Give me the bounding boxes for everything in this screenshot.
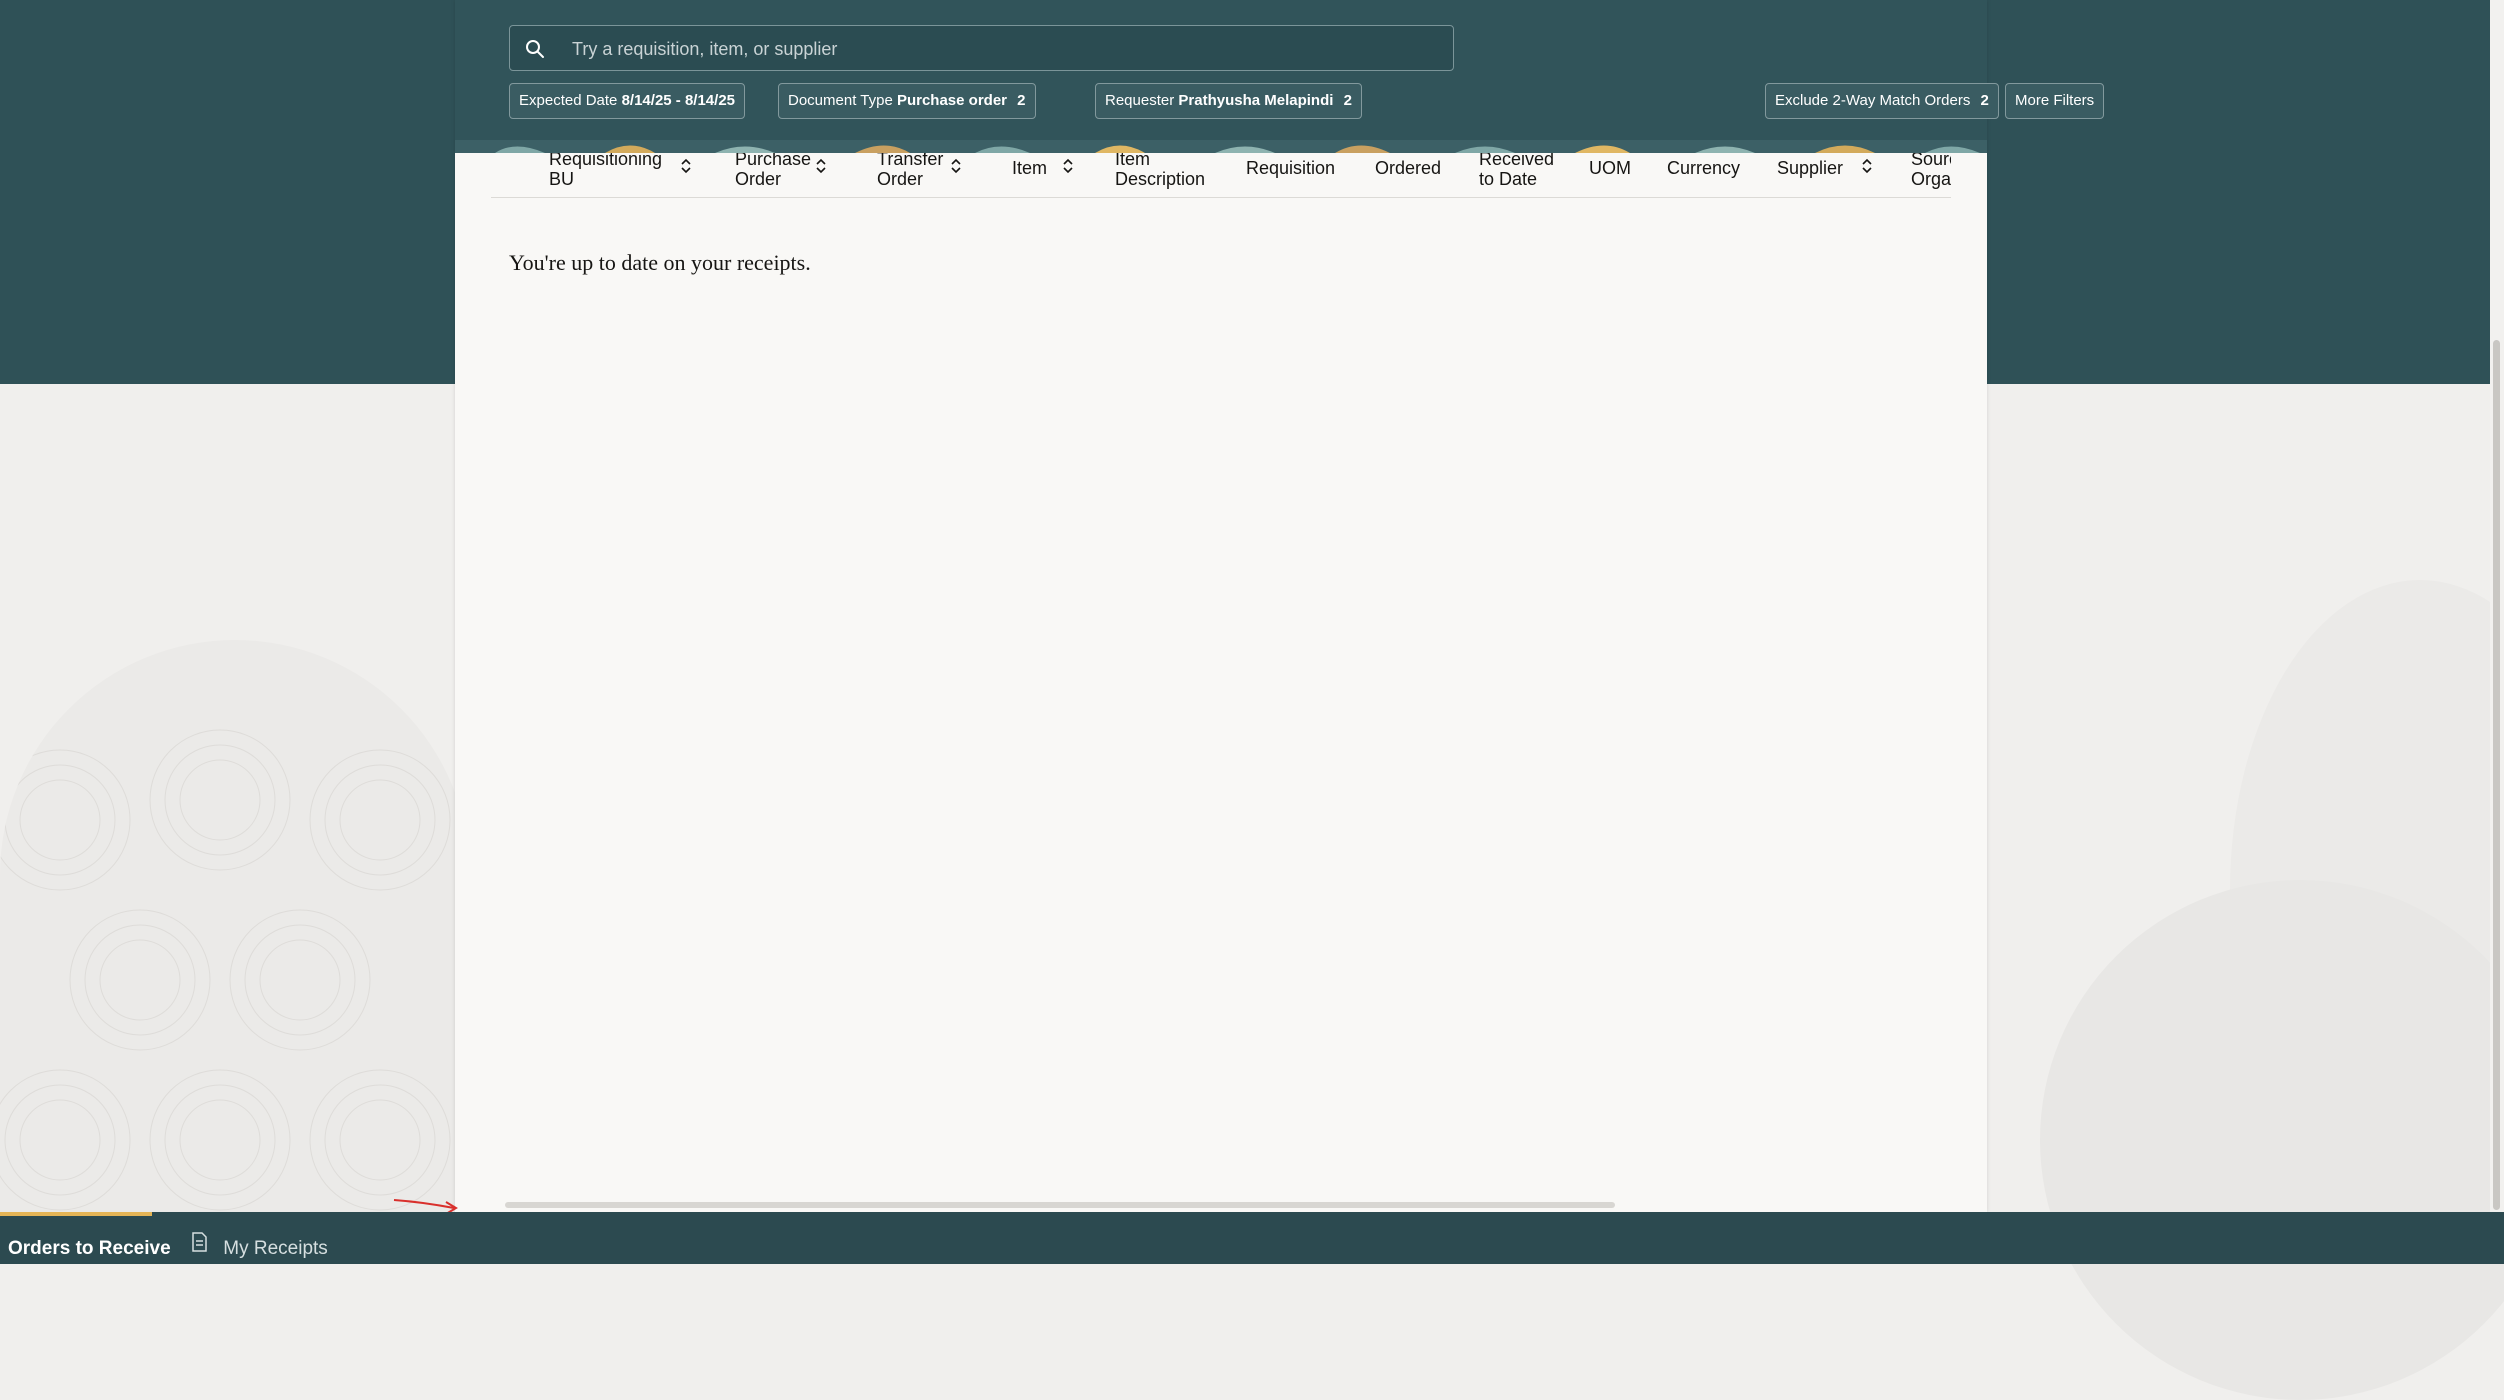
column-label: UOM (1589, 158, 1631, 178)
sort-icon[interactable] (950, 157, 962, 175)
column-header-ordered: Ordered (1375, 158, 1441, 178)
scrollbar-thumb[interactable] (505, 1202, 1615, 1208)
main-panel: Expected Date 8/14/25 - 8/14/25 Document… (455, 0, 2105, 1212)
empty-state-message: You're up to date on your receipts. (509, 250, 811, 275)
column-header-supplier[interactable]: Supplier (1777, 158, 1843, 178)
filter-label: Requester (1105, 92, 1175, 109)
more-filters-button[interactable]: More Filters (2005, 83, 2105, 119)
column-label: Item (1115, 153, 1151, 169)
receipts-table-header: Requisitioning BU Purchase Order Transfe… (491, 153, 1951, 198)
filter-label: Exclude 2-Way Match Orders (1775, 92, 1971, 109)
column-label: Source (1911, 153, 1951, 169)
column-header-transfer-order[interactable]: Transfer Order (877, 153, 943, 189)
column-header-item[interactable]: Item (1012, 158, 1047, 178)
filter-value: Prathyusha Melapindi (1178, 92, 1334, 109)
column-label: Organization (1911, 169, 1951, 189)
tab-label: My Receipts (223, 1238, 328, 1260)
filter-label: More Filters (2015, 92, 2095, 109)
search-input[interactable] (570, 26, 1434, 72)
background-decoration (0, 640, 470, 1220)
column-label: to Date (1479, 169, 1538, 189)
column-label: Requisitioning (549, 153, 663, 169)
scrollbar-thumb[interactable] (2493, 340, 2500, 1210)
column-header-source-organization: Source Organization (1911, 153, 1951, 189)
sort-icon[interactable] (680, 157, 692, 175)
column-label: Transfer (877, 153, 944, 169)
horizontal-scrollbar[interactable] (495, 1200, 1947, 1210)
tab-label: Orders to Receive (8, 1238, 171, 1259)
column-label: Currency (1667, 158, 1741, 178)
column-header-received-to-date: Received to Date (1479, 153, 1554, 189)
search-bar[interactable] (509, 25, 1454, 72)
sort-icon[interactable] (1062, 157, 1074, 175)
column-header-currency: Currency (1667, 158, 1740, 178)
sort-icon[interactable] (815, 157, 827, 175)
decorative-banner (455, 140, 1987, 153)
column-label: Item (1012, 158, 1048, 178)
document-icon (190, 1210, 208, 1284)
column-label: Description (1115, 169, 1206, 189)
panel-header: Expected Date 8/14/25 - 8/14/25 Document… (455, 0, 2105, 140)
column-header-uom: UOM (1589, 158, 1631, 178)
filter-count: 2 (1980, 92, 1989, 109)
column-header-item-description: Item Description (1115, 153, 1205, 189)
column-header-purchase-order[interactable]: Purchase Order (735, 153, 811, 189)
column-label: Requisition (1246, 158, 1336, 178)
column-label: Ordered (1375, 158, 1442, 178)
filter-chip-expected-date[interactable]: Expected Date 8/14/25 - 8/14/25 (509, 83, 746, 119)
filter-chip-document-type[interactable]: Document Type Purchase order 2 (778, 83, 1036, 119)
sort-icon[interactable] (1861, 157, 1873, 175)
filter-value: 8/14/25 - 8/14/25 (621, 92, 736, 109)
search-icon (524, 38, 546, 60)
column-label: Order (877, 169, 924, 189)
tab-my-receipts[interactable]: My Receipts (190, 1212, 328, 1264)
filter-chip-requester[interactable]: Requester Prathyusha Melapindi 2 (1095, 83, 1362, 119)
column-label: Supplier (1777, 158, 1844, 178)
column-label: Purchase (735, 153, 812, 169)
filter-value: Purchase order (896, 92, 1007, 109)
column-header-requisition: Requisition (1246, 158, 1335, 178)
column-label: BU (549, 169, 575, 189)
filter-label: Expected Date (519, 92, 618, 109)
tab-orders-to-receive[interactable]: Orders to Receive (8, 1212, 171, 1264)
filter-chip-exclude-2way[interactable]: Exclude 2-Way Match Orders 2 (1765, 83, 1999, 119)
column-header-requisitioning-bu[interactable]: Requisitioning BU (549, 153, 662, 189)
background-decoration (2040, 880, 2504, 1400)
column-label: Order (735, 169, 782, 189)
column-label: Received (1479, 153, 1555, 169)
filter-label: Document Type (788, 92, 893, 109)
filter-count: 2 (1343, 92, 1352, 109)
filter-count: 2 (1017, 92, 1026, 109)
vertical-scrollbar[interactable] (2490, 0, 2504, 1212)
bottom-navigation: Orders to Receive My Receipts (0, 1212, 2504, 1264)
